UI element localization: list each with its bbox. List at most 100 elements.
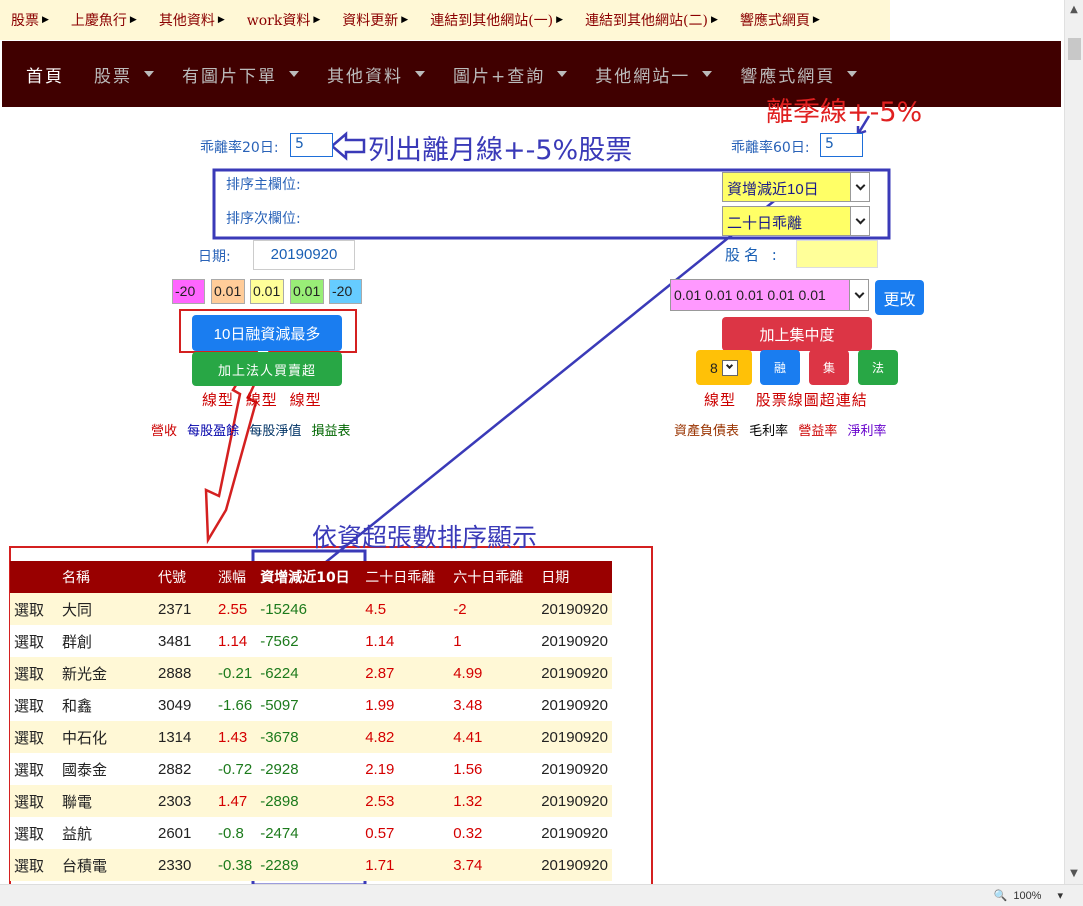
cell-change: 1.43 [214,721,257,753]
cell-change: -0.21 [214,657,257,689]
nav-label: 其他網站一 [595,66,691,87]
top-menu-label: 響應式網頁 [739,13,810,29]
date-input[interactable]: 20190920 [253,240,355,270]
top-menu-item[interactable]: 上慶魚行 ▶ [60,10,148,30]
cell-action[interactable]: 選取 [10,625,54,657]
top-menu-label: 股票 [11,13,39,29]
cell-dev20: 2.53 [361,785,450,817]
cell-date: 20190920 [537,753,613,785]
nav-dropdown[interactable]: 響應式網頁 [726,62,871,87]
param-box-3[interactable]: 0.01 [250,279,284,304]
ratio60-input[interactable]: 5 [820,133,863,157]
param-box-4[interactable]: 0.01 [290,279,324,304]
annotation-list-month: 列出離月線+-5%股票 [368,135,633,166]
stock-chart-hyperlink[interactable]: 股票線圖超連結 [756,391,868,409]
nav-dropdown[interactable]: 股票 [80,62,168,87]
top-menu-item[interactable]: 其他資料 ▶ [148,10,236,30]
cell-margin10: -7562 [256,625,362,657]
nav-dropdown[interactable]: 圖片+查詢 [439,62,581,87]
param-box-2[interactable]: 0.01 [211,279,245,304]
cell-dev60: 4.41 [449,721,538,753]
cell-date: 20190920 [537,657,613,689]
submenu-arrow-icon: ▶ [313,15,321,25]
submenu-arrow-icon: ▶ [556,15,564,25]
rong-button[interactable]: 融 [760,350,800,385]
top-menu-item[interactable]: work資料 ▶ [236,10,332,30]
chart-link[interactable]: 線型 [246,391,278,409]
cell-margin10: -5097 [256,689,362,721]
param-box-1[interactable]: -20 [172,279,205,304]
cell-action[interactable]: 選取 [10,849,54,881]
nav-dropdown[interactable]: 其他資料 [313,62,439,87]
top-menu-item[interactable]: 股票 ▶ [0,10,60,30]
nav-dropdown[interactable]: 其他網站一 [581,62,726,87]
table-row: 選取 台積電 2330 -0.38 -2289 1.71 3.74 20190920 [10,849,613,881]
scroll-up-arrow-icon[interactable]: ▲ [1065,0,1083,20]
zoom-control[interactable]: 🔍 100% ▾ [994,889,1063,903]
top-menu-item[interactable]: 連結到其他網站(二) ▶ [574,10,729,30]
cell-date: 20190920 [537,721,613,753]
net-margin-link[interactable]: 淨利率 [847,424,886,439]
count-select[interactable]: 8 [696,350,752,385]
params-select-value: 0.01 0.01 0.01 0.01 0.01 [674,287,826,303]
page: 股票 ▶ 上慶魚行 ▶ 其他資料 ▶ work資料 ▶ 資料更新 ▶ 連結到其他網站(一) ▶ 連結到其… [0,0,1083,906]
scroll-down-arrow-icon[interactable]: ▼ [1065,864,1083,884]
top-menu-item[interactable]: 資料更新 ▶ [331,10,419,30]
column-header: 代號 [154,561,214,593]
eps-link[interactable]: 每股盈餘 [187,424,239,439]
sort-secondary-select[interactable]: 二十日乖離 [722,206,870,236]
add-concentration-button[interactable]: 加上集中度 [722,317,872,351]
margin-decrease-button[interactable]: 10日融資減最多 [192,315,342,351]
param-box-5[interactable]: -20 [329,279,362,304]
cell-action[interactable]: 選取 [10,593,54,625]
cell-action[interactable]: 選取 [10,753,54,785]
caret-down-icon [144,71,154,77]
chart-link[interactable]: 線型 [290,391,322,409]
cell-action[interactable]: 選取 [10,785,54,817]
nav-dropdown[interactable]: 有圖片下單 [168,62,313,87]
cell-change: -0.72 [214,753,257,785]
vertical-scrollbar[interactable]: ▲ ▼ [1064,0,1083,884]
params-select[interactable]: 0.01 0.01 0.01 0.01 0.01 [670,279,869,311]
cell-code: 2303 [154,785,214,817]
nav-per-share-link[interactable]: 每股淨值 [249,424,301,439]
gross-margin-link[interactable]: 毛利率 [749,424,788,439]
ratio20-input[interactable]: 5 [290,133,333,157]
legal-buy-button[interactable]: 加上法人買賣超 [192,352,342,386]
balance-sheet-link[interactable]: 資產負債表 [674,424,739,439]
nav-home[interactable]: 首頁 [2,62,80,87]
cell-code: 3481 [154,625,214,657]
sort-primary-select[interactable]: 資增減近10日 [722,172,870,202]
scroll-thumb[interactable] [1068,38,1081,60]
sort-secondary-value: 二十日乖離 [727,215,803,232]
count-select-value: 8 [710,359,718,376]
chart-links-right: 線型 股票線圖超連結 [704,389,868,410]
chart-link[interactable]: 線型 [704,391,736,409]
status-bar: 🔍 100% ▾ [0,884,1083,906]
cell-change: -0.8 [214,817,257,849]
top-menu-item[interactable]: 連結到其他網站(一) ▶ [419,10,574,30]
stock-name-input[interactable] [796,240,878,268]
fa-button[interactable]: 法 [858,350,898,385]
cell-dev60: 1 [449,625,538,657]
cell-action[interactable]: 選取 [10,817,54,849]
income-statement-link[interactable]: 損益表 [311,424,350,439]
cell-name: 群創 [54,625,154,657]
cell-action[interactable]: 選取 [10,657,54,689]
financial-links-left: 營收 每股盈餘 每股淨值 損益表 [151,420,350,439]
chart-link[interactable]: 線型 [202,391,234,409]
ji-button[interactable]: 集 [809,350,849,385]
top-menu-item[interactable]: 響應式網頁 ▶ [729,10,831,30]
cell-dev60: 1.32 [449,785,538,817]
cell-margin10: -2898 [256,785,362,817]
cell-action[interactable]: 選取 [10,689,54,721]
table-header-row: 名稱 代號 漲幅 資增減近10日 二十日乖離 六十日乖離 日期 [10,561,613,593]
update-button[interactable]: 更改 [875,280,924,315]
cell-date: 20190920 [537,689,613,721]
revenue-link[interactable]: 營收 [151,424,177,439]
submenu-arrow-icon: ▶ [129,15,137,25]
cell-action[interactable]: 選取 [10,721,54,753]
financial-links-right: 資產負債表 毛利率 營益率 淨利率 [674,420,886,439]
operating-margin-link[interactable]: 營益率 [798,424,837,439]
caret-down-icon [415,71,425,77]
